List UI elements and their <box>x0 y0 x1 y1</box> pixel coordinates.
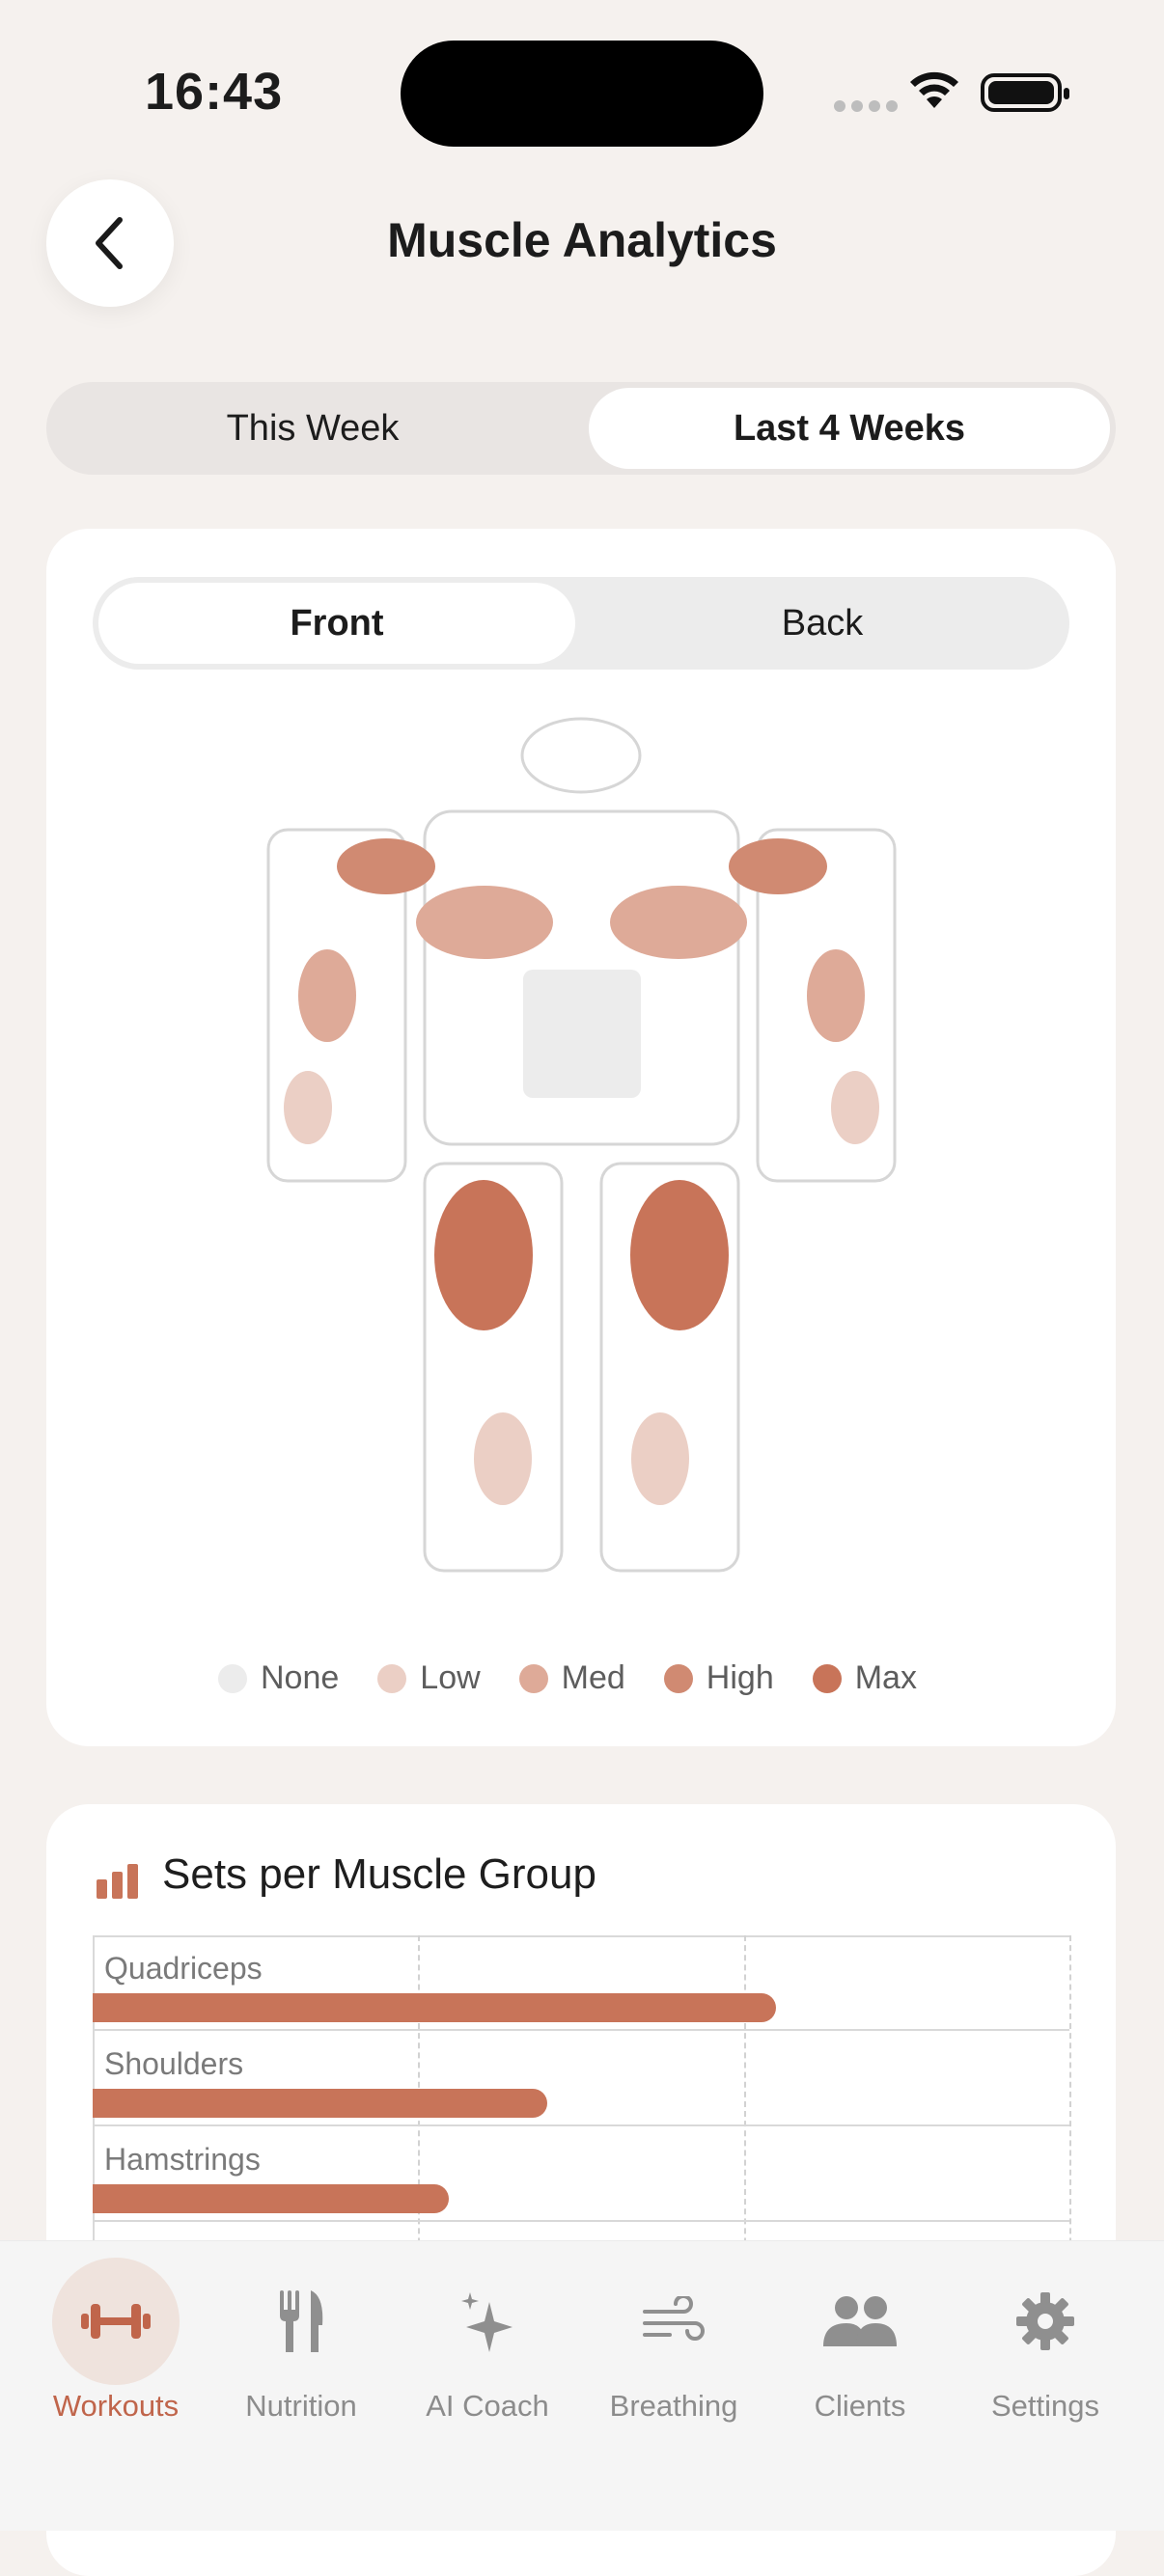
sets-chart: Quadriceps Shoulders Hamstrings <box>93 1935 1069 2222</box>
sets-title: Sets per Muscle Group <box>162 1850 596 1898</box>
left-calf-region <box>474 1412 532 1505</box>
right-biceps-region <box>807 949 865 1042</box>
bar-label: Hamstrings <box>104 2142 261 2177</box>
tab-label: Clients <box>814 2389 906 2423</box>
sparkles-icon <box>461 2292 513 2352</box>
legend-dot <box>518 1663 548 1693</box>
right-shoulder-region <box>729 838 827 894</box>
tab-workouts[interactable]: Workouts <box>23 2258 208 2424</box>
bar-row: Shoulders <box>93 2031 1069 2126</box>
tab-settings[interactable]: Settings <box>953 2258 1138 2424</box>
wind-icon <box>643 2296 705 2341</box>
abs-region <box>523 970 641 1098</box>
left-quad-region <box>434 1180 533 1330</box>
bar-row: Hamstrings <box>93 2126 1069 2222</box>
right-forearm-region <box>831 1071 879 1144</box>
tab-clients[interactable]: Clients <box>767 2258 953 2424</box>
right-calf-region <box>631 1412 689 1505</box>
legend-dot <box>663 1663 693 1693</box>
bar-hamstrings <box>93 2184 449 2213</box>
tab-breathing[interactable]: Breathing <box>581 2258 766 2424</box>
legend-med: Med <box>518 1659 625 1697</box>
legend-none: None <box>218 1659 339 1697</box>
tab-nutrition[interactable]: Nutrition <box>208 2258 394 2424</box>
bar-quadriceps <box>93 1993 776 2022</box>
head-region <box>520 717 642 794</box>
legend-dot <box>377 1663 407 1693</box>
legend-high: High <box>663 1659 774 1697</box>
bar-row: Quadriceps <box>93 1935 1069 2031</box>
tab-label: Workouts <box>52 2389 180 2423</box>
bar-chart-icon <box>97 1864 138 1899</box>
dumbbell-icon <box>81 2304 151 2339</box>
tab-label: AI Coach <box>426 2389 549 2423</box>
legend-max: Max <box>812 1659 917 1697</box>
bar-label: Shoulders <box>104 2046 244 2081</box>
left-biceps-region <box>298 949 356 1042</box>
legend-dot <box>812 1663 842 1693</box>
bar-label: Quadriceps <box>104 1951 263 1986</box>
left-shoulder-region <box>337 838 435 894</box>
grid-line <box>1069 1935 1071 2283</box>
right-quad-region <box>630 1180 729 1330</box>
intensity-legend: None Low Med High Max <box>218 1659 956 1697</box>
people-icon <box>823 2296 897 2346</box>
left-chest-region <box>416 886 553 959</box>
tab-label: Breathing <box>609 2389 738 2423</box>
legend-dot <box>218 1663 247 1693</box>
gear-icon <box>1016 2292 1074 2350</box>
tab-label: Nutrition <box>245 2389 357 2423</box>
fork-knife-icon <box>280 2290 323 2352</box>
tab-ai-coach[interactable]: AI Coach <box>395 2258 580 2424</box>
tab-label: Settings <box>990 2389 1099 2423</box>
legend-low: Low <box>377 1659 481 1697</box>
body-map <box>266 717 897 1573</box>
right-chest-region <box>610 886 747 959</box>
bar-shoulders <box>93 2089 547 2118</box>
left-forearm-region <box>284 1071 332 1144</box>
